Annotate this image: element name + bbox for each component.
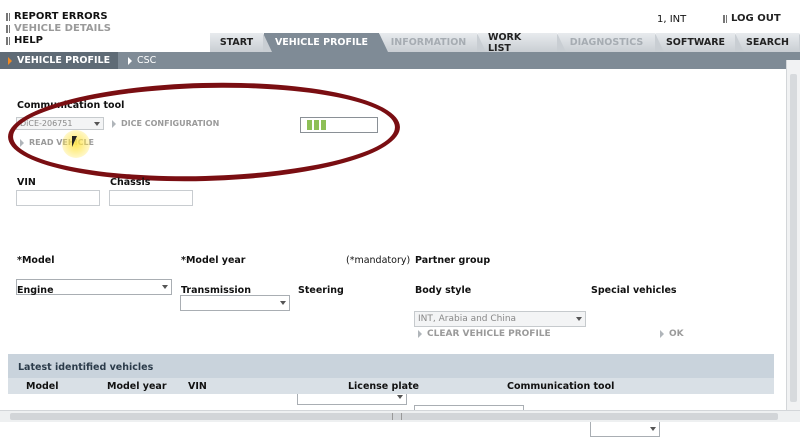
scrollbar-grip-icon	[392, 413, 402, 420]
steering-label: Steering	[298, 285, 344, 296]
horizontal-scrollbar[interactable]	[0, 410, 800, 422]
column-header-communication-tool[interactable]: Communication tool	[507, 381, 614, 392]
body-style-label: Body style	[415, 285, 472, 296]
model-year-select[interactable]	[180, 295, 290, 311]
subtab-csc[interactable]: CSC	[128, 52, 156, 69]
tab-work-list[interactable]: WORK LIST	[478, 32, 566, 54]
bars-icon	[6, 37, 10, 45]
chevron-down-icon	[280, 301, 286, 305]
chevron-down-icon	[397, 395, 403, 399]
chevron-down-icon	[650, 427, 656, 431]
header-links: REPORT ERRORS VEHICLE DETAILS HELP	[6, 11, 111, 47]
bars-icon	[723, 14, 727, 23]
latest-vehicles-title: Latest identified vehicles	[18, 362, 154, 373]
special-vehicles-label: Special vehicles	[591, 285, 677, 296]
sub-navigation: VEHICLE PROFILE CSC	[0, 52, 800, 69]
caret-right-icon	[128, 56, 132, 65]
bars-icon	[6, 25, 10, 33]
tab-search[interactable]: SEARCH	[736, 33, 800, 52]
chevron-down-icon	[576, 317, 582, 321]
bars-icon	[6, 13, 10, 21]
clear-vehicle-profile-button[interactable]: CLEAR VEHICLE PROFILE	[418, 329, 551, 339]
chassis-label: Chassis	[110, 177, 151, 188]
vin-label: VIN	[17, 177, 36, 188]
main-tabs: START VEHICLE PROFILE INFORMATION WORK L…	[210, 32, 800, 54]
annotation-oval	[6, 77, 402, 187]
tab-vehicle-profile[interactable]: VEHICLE PROFILE	[264, 33, 388, 52]
tab-diagnostics[interactable]: DIAGNOSTICS	[558, 33, 664, 52]
column-header-model-year[interactable]: Model year	[107, 381, 167, 392]
engine-label: Engine	[17, 285, 54, 296]
mouse-pointer-icon	[72, 136, 83, 147]
chevron-down-icon	[162, 285, 168, 289]
column-header-model[interactable]: Model	[26, 381, 58, 392]
model-year-label: *Model year	[181, 255, 246, 266]
help-link[interactable]: HELP	[6, 35, 111, 47]
mandatory-note: (*mandatory)	[346, 255, 411, 266]
logout-button[interactable]: LOG OUT	[723, 13, 781, 24]
vin-input[interactable]	[16, 190, 100, 206]
caret-right-icon	[8, 56, 12, 65]
model-label: *Model	[17, 255, 55, 266]
column-header-vin[interactable]: VIN	[188, 381, 207, 392]
caret-right-icon	[418, 330, 422, 338]
partner-group-label: Partner group	[415, 255, 491, 266]
caret-right-icon	[660, 330, 664, 338]
vehicle-details-link[interactable]: VEHICLE DETAILS	[6, 23, 111, 35]
report-errors-link[interactable]: REPORT ERRORS	[6, 11, 111, 23]
special-vehicles-select[interactable]	[590, 421, 660, 437]
chassis-input[interactable]	[109, 190, 193, 206]
tab-software[interactable]: SOFTWARE	[656, 33, 744, 52]
vertical-scrollbar[interactable]	[786, 60, 800, 410]
tab-information[interactable]: INFORMATION	[380, 33, 486, 52]
tab-start[interactable]: START	[210, 33, 272, 52]
column-header-license-plate[interactable]: License plate	[348, 381, 419, 392]
scrollbar-thumb[interactable]	[790, 74, 797, 402]
partner-group-select[interactable]: INT, Arabia and China	[414, 311, 586, 327]
subtab-vehicle-profile[interactable]: VEHICLE PROFILE	[0, 52, 118, 69]
transmission-label: Transmission	[181, 285, 251, 296]
ok-button[interactable]: OK	[660, 329, 684, 339]
user-info: 1, INT	[657, 14, 687, 25]
